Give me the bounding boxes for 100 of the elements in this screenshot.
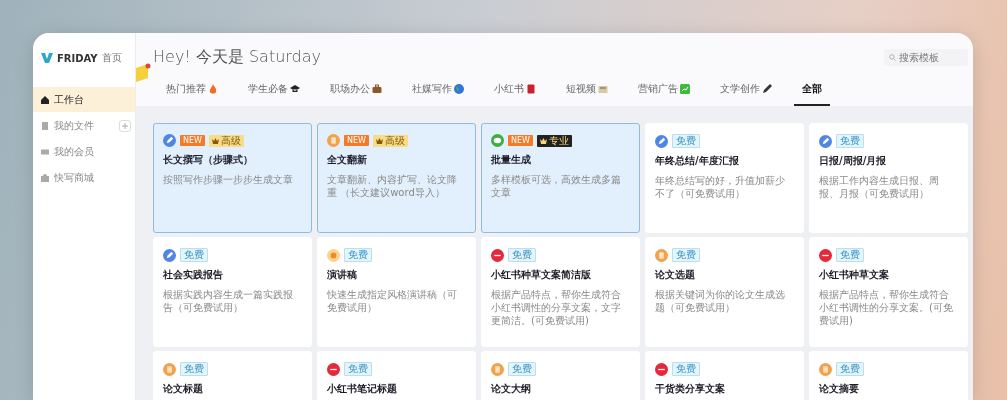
template-card[interactable]: 免费 年终总结/年度汇报 年终总结写的好，升值加薪少不了（可免费试用） <box>645 123 804 233</box>
card-title: 论文标题 <box>163 382 204 396</box>
pen-icon <box>762 84 772 94</box>
document-icon <box>163 362 176 376</box>
sidebar-item[interactable]: 工作台 <box>33 87 135 112</box>
card-description: 根据实践内容生成一篇实践报告（可免费试用） <box>163 288 294 314</box>
tag-badge: NEW <box>344 135 369 146</box>
tag-badge: 免费 <box>836 248 864 262</box>
tag-badge: NEW <box>180 135 205 146</box>
newspaper-icon <box>598 84 608 94</box>
template-card[interactable]: NEW 专业 批量生成 多样模板可选，高效生成多篇文章 <box>481 123 640 233</box>
category-tab[interactable]: 热门推荐 <box>158 82 226 106</box>
template-card[interactable]: NEW 高级 长文撰写（步骤式） 按照写作步骤一步步生成文章 <box>153 123 312 233</box>
tag-badge: 免费 <box>836 362 864 376</box>
category-tab[interactable]: 小红书 <box>486 82 544 106</box>
card-description: 根据工作内容生成日报、周报、月报（可免费试用） <box>819 174 940 200</box>
add-button[interactable] <box>119 119 131 132</box>
tag-badge: 免费 <box>344 362 372 376</box>
category-tab[interactable]: 社媒写作 <box>404 82 472 106</box>
tag-badge: 高级 <box>372 134 408 147</box>
card-title: 长文撰写（步骤式） <box>163 153 254 167</box>
globe-icon <box>454 84 464 94</box>
category-tab[interactable]: 文学创作 <box>712 82 780 106</box>
card-title: 干货类分享文案 <box>655 382 726 396</box>
card-title: 年终总结/年度汇报 <box>655 154 740 168</box>
document-icon <box>819 362 832 376</box>
card-title: 小红书笔记标题 <box>327 382 398 396</box>
home-link[interactable]: 首页 <box>101 51 122 65</box>
round-logo-icon <box>655 362 668 376</box>
document-icon <box>327 134 340 147</box>
tag-badge: 专业 <box>536 134 572 147</box>
tag-badge: 免费 <box>180 362 208 376</box>
crown-icon <box>539 137 547 144</box>
template-card[interactable]: 免费 论文标题 <box>153 351 312 400</box>
shop-icon <box>41 173 49 182</box>
template-card[interactable]: 免费 干货类分享文案 <box>645 351 804 400</box>
template-card[interactable]: NEW 高级 全文翻新 文章翻新、内容扩写、论文降重 （长文建议word导入） <box>317 123 476 233</box>
pen-icon <box>819 134 832 148</box>
template-card[interactable]: 免费 小红书种草文案 根据产品特点，帮你生成符合小红书调性的分享文案。(可免费试用) <box>809 237 968 347</box>
card-title: 社会实践报告 <box>163 268 224 282</box>
category-tab[interactable]: 职场办公 <box>322 82 390 106</box>
document-icon <box>491 362 504 376</box>
category-tab[interactable]: 学生必备 <box>240 82 308 106</box>
sidebar-item-label: 我的会员 <box>54 144 95 159</box>
tag-badge: 免费 <box>180 248 208 262</box>
card-description: 年终总结写的好，升值加薪少不了（可免费试用） <box>655 174 786 200</box>
pen-icon <box>163 248 176 262</box>
document-icon <box>327 248 340 262</box>
tag-badge: 免费 <box>508 362 536 376</box>
tag-badge: 免费 <box>344 248 372 262</box>
flame-icon <box>208 84 218 94</box>
logo-icon <box>41 52 53 64</box>
tag-badge: NEW <box>508 135 533 146</box>
sidebar-item-label: 工作台 <box>54 92 85 107</box>
tag-badge: 免费 <box>672 248 700 262</box>
briefcase-icon <box>372 84 382 94</box>
tag-badge: 免费 <box>836 134 864 148</box>
round-logo-icon <box>327 362 340 376</box>
template-card[interactable]: 免费 社会实践报告 根据实践内容生成一篇实践报告（可免费试用） <box>153 237 312 347</box>
template-card[interactable]: 免费 日报/周报/月报 根据工作内容生成日报、周报、月报（可免费试用） <box>809 123 968 233</box>
card-title: 小红书种草文案 <box>819 268 890 282</box>
book-icon <box>526 84 536 94</box>
card-description: 根据产品特点，帮你生成符合小红书调性的分享文案，文字更简洁。(可免费试用) <box>491 288 622 327</box>
card-description: 多样模板可选，高效生成多篇文章 <box>491 173 622 199</box>
crown-icon <box>375 137 383 144</box>
category-tab[interactable]: 营销广告 <box>630 82 698 106</box>
card-title: 全文翻新 <box>327 153 368 167</box>
card-icon <box>41 147 49 156</box>
template-card[interactable]: 免费 小红书种草文案简洁版 根据产品特点，帮你生成符合小红书调性的分享文案，文字更简洁。(可免费试用) <box>481 237 640 347</box>
template-card[interactable]: 免费 演讲稿 快速生成指定风格演讲稿（可免费试用） <box>317 237 476 347</box>
card-title: 演讲稿 <box>327 268 358 282</box>
sidebar-item[interactable]: 我的文件 <box>33 113 135 138</box>
tag-badge: 高级 <box>208 134 244 147</box>
document-icon <box>655 248 668 262</box>
sidebar-item-label: 快写商城 <box>54 170 95 185</box>
template-card[interactable]: 免费 论文摘要 <box>809 351 968 400</box>
card-title: 日报/周报/月报 <box>819 154 888 168</box>
search-field[interactable]: 搜索模板 <box>884 49 968 66</box>
home-icon <box>41 95 49 104</box>
round-logo-icon <box>819 248 832 262</box>
tag-badge: 免费 <box>672 362 700 376</box>
card-description: 快速生成指定风格演讲稿（可免费试用） <box>327 288 458 314</box>
crown-icon <box>211 137 219 144</box>
pen-icon <box>655 134 668 148</box>
search-icon <box>889 54 896 61</box>
graduation-cap-icon <box>290 84 300 94</box>
category-tab[interactable]: 短视频 <box>558 82 616 106</box>
sidebar-item[interactable]: 快写商城 <box>33 165 135 190</box>
template-card[interactable]: 免费 小红书笔记标题 <box>317 351 476 400</box>
chat-icon <box>491 134 504 147</box>
sidebar-item[interactable]: 我的会员 <box>33 139 135 164</box>
card-description: 按照写作步骤一步步生成文章 <box>163 173 294 186</box>
pen-icon <box>163 134 176 147</box>
template-card[interactable]: 免费 论文选题 根据关键词为你的论文生成选题（可免费试用） <box>645 237 804 347</box>
brand-name: FRIDAY <box>57 52 98 64</box>
card-title: 论文摘要 <box>819 382 860 396</box>
card-title: 论文选题 <box>655 268 696 282</box>
template-card[interactable]: 免费 论文大纲 <box>481 351 640 400</box>
plus-icon <box>122 122 128 129</box>
chart-icon <box>680 84 690 94</box>
